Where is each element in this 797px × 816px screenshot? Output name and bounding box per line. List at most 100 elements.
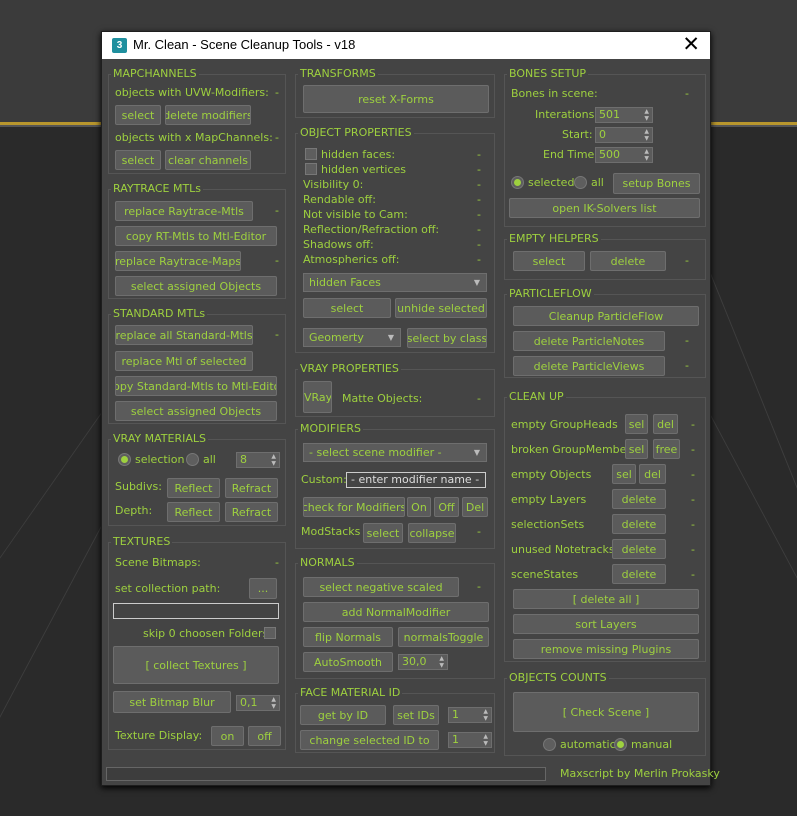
helpers-select-button[interactable]: select (513, 251, 585, 271)
collection-path-input[interactable] (113, 603, 279, 619)
copy-rt-mtls-button[interactable]: copy RT-Mtls to Mtl-Editor (115, 226, 277, 246)
replace-raytrace-maps-button[interactable]: replace Raytrace-Maps (115, 251, 241, 271)
select-assigned-raytrace-button[interactable]: select assigned Objects (115, 276, 277, 296)
delete-particle-views-button[interactable]: delete ParticleViews (513, 356, 665, 376)
groupheads-sel-button[interactable]: sel (625, 414, 648, 434)
spinner-arrows-icon[interactable]: ▲ ▼ (271, 696, 276, 710)
delete-modifiers-button[interactable]: delete modifiers (165, 105, 251, 125)
flip-normals-button[interactable]: flip Normals (303, 627, 393, 647)
sort-layers-button[interactable]: sort Layers (513, 614, 699, 634)
replace-mtl-of-selected-button[interactable]: replace Mtl of selected (115, 351, 253, 371)
vray-count-spinner[interactable]: 8 ▲ ▼ (236, 452, 280, 468)
collect-textures-button[interactable]: [ collect Textures ] (113, 646, 279, 684)
setup-bones-button[interactable]: setup Bones (613, 173, 700, 194)
set-ids-button[interactable]: set IDs (393, 705, 439, 725)
modifier-on-button[interactable]: On (407, 497, 431, 517)
hidden-vertices-count: - (477, 163, 481, 176)
select-uvw-button[interactable]: select (115, 105, 161, 125)
spinner-arrows-icon[interactable]: ▲ ▼ (644, 108, 649, 122)
select-negative-scaled-button[interactable]: select negative scaled (303, 577, 459, 597)
cleanup-particleflow-button[interactable]: Cleanup ParticleFlow (513, 306, 699, 326)
replace-raytrace-mtls-button[interactable]: replace Raytrace-Mtls (115, 201, 253, 221)
iterations-spinner[interactable]: 501 ▲ ▼ (595, 107, 653, 123)
groupheads-del-button[interactable]: del (653, 414, 678, 434)
spinner-arrows-icon[interactable]: ▲ ▼ (644, 148, 649, 162)
manual-radio[interactable] (614, 738, 627, 751)
scene-modifier-dropdown[interactable]: - select scene modifier - ▼ (303, 443, 487, 462)
get-by-id-button[interactable]: get by ID (300, 705, 386, 725)
selection-radio[interactable] (118, 453, 131, 466)
modstacks-select-button[interactable]: select (363, 523, 403, 543)
bones-selected-label: selected (528, 176, 575, 189)
depth-reflect-button[interactable]: Reflect (167, 502, 220, 522)
bitmap-blur-button[interactable]: set Bitmap Blur (113, 691, 231, 713)
reset-xforms-button[interactable]: reset X-Forms (303, 85, 489, 113)
replace-all-standard-button[interactable]: replace all Standard-Mtls (115, 325, 253, 345)
depth-refract-button[interactable]: Refract (225, 502, 278, 522)
start-spinner[interactable]: 0 ▲ ▼ (595, 127, 653, 143)
spinner-arrows-icon[interactable]: ▲ ▼ (644, 128, 649, 142)
helpers-delete-button[interactable]: delete (590, 251, 666, 271)
property-dropdown[interactable]: hidden Faces ▼ (303, 273, 487, 292)
unhide-selected-button[interactable]: unhide selected (395, 298, 487, 318)
delete-all-button[interactable]: [ delete all ] (513, 589, 699, 609)
group-face-material-id: FACE MATERIAL ID get by ID set IDs 1 ▲ ▼ c… (295, 686, 495, 753)
modifier-del-button[interactable]: Del (462, 497, 488, 517)
empty-objects-sel-button[interactable]: sel (612, 464, 636, 484)
select-xmap-button[interactable]: select (115, 150, 161, 170)
spinner-arrows-icon[interactable]: ▲ ▼ (483, 733, 488, 747)
hidden-vertices-checkbox[interactable] (305, 163, 317, 175)
check-for-modifiers-button[interactable]: check for Modifiers (303, 497, 405, 517)
empty-layers-delete-button[interactable]: delete (612, 489, 666, 509)
notetracks-delete-button[interactable]: delete (612, 539, 666, 559)
modifier-off-button[interactable]: Off (434, 497, 459, 517)
scene-bitmaps-label: Scene Bitmaps: (115, 556, 201, 569)
remove-missing-plugins-button[interactable]: remove missing Plugins (513, 639, 699, 659)
clear-channels-button[interactable]: clear channels (165, 150, 251, 170)
normals-toggle-button[interactable]: normalsToggle (398, 627, 489, 647)
add-normal-modifier-button[interactable]: add NormalModifier (303, 602, 489, 622)
all-radio[interactable] (186, 453, 199, 466)
class-dropdown[interactable]: Geomerty ▼ (303, 328, 401, 347)
open-ik-solvers-button[interactable]: open IK-Solvers list (509, 198, 700, 218)
groupmembers-free-button[interactable]: free (653, 439, 680, 459)
texture-display-off-button[interactable]: off (248, 726, 281, 746)
automatic-radio[interactable] (543, 738, 556, 751)
autosmooth-angle-spinner[interactable]: 30,0 ▲ ▼ (398, 654, 448, 670)
modstacks-collapse-button[interactable]: collapse (408, 523, 456, 543)
select-properties-button[interactable]: select (303, 298, 391, 318)
selection-sets-delete-button[interactable]: delete (612, 514, 666, 534)
custom-modifier-input[interactable]: - enter modifier name - (346, 472, 486, 488)
autosmooth-button[interactable]: AutoSmooth (303, 652, 393, 672)
check-scene-button[interactable]: [ Check Scene ] (513, 692, 699, 732)
start-label: Start: (562, 128, 593, 141)
select-by-class-button[interactable]: select by class (407, 328, 487, 348)
bitmap-blur-spinner[interactable]: 0,1 ▲ ▼ (236, 695, 280, 711)
spinner-arrows-icon[interactable]: ▲ ▼ (483, 708, 488, 722)
empty-objects-del-button[interactable]: del (639, 464, 666, 484)
title-bar[interactable]: 3 Mr. Clean - Scene Cleanup Tools - v18 … (102, 32, 710, 59)
subdivs-reflect-button[interactable]: Reflect (167, 478, 220, 498)
scene-states-delete-button[interactable]: delete (612, 564, 666, 584)
close-icon[interactable]: ✕ (682, 33, 700, 57)
copy-standard-mtls-button[interactable]: copy Standard-Mtls to Mtl-Editor (115, 376, 277, 396)
selection-sets-count: - (691, 518, 695, 531)
bones-selected-radio[interactable] (511, 176, 524, 189)
delete-particle-notes-button[interactable]: delete ParticleNotes (513, 331, 665, 351)
face-id-spinner-1[interactable]: 1 ▲ ▼ (448, 707, 492, 723)
shadows-count: - (477, 238, 481, 251)
subdivs-refract-button[interactable]: Refract (225, 478, 278, 498)
face-id-spinner-2[interactable]: 1 ▲ ▼ (448, 732, 492, 748)
select-assigned-standard-button[interactable]: select assigned Objects (115, 401, 277, 421)
bones-all-radio[interactable] (574, 176, 587, 189)
spinner-arrows-icon[interactable]: ▲ ▼ (271, 453, 276, 467)
vray-properties-button[interactable]: VRayC (303, 381, 332, 413)
browse-path-button[interactable]: ... (249, 578, 277, 599)
texture-display-on-button[interactable]: on (211, 726, 244, 746)
spinner-arrows-icon[interactable]: ▲ ▼ (439, 655, 444, 669)
hidden-faces-checkbox[interactable] (305, 148, 317, 160)
end-time-spinner[interactable]: 500 ▲ ▼ (595, 147, 653, 163)
groupmembers-sel-button[interactable]: sel (625, 439, 648, 459)
skip-folders-checkbox[interactable] (264, 627, 276, 639)
change-selected-id-button[interactable]: change selected ID to (300, 730, 439, 750)
